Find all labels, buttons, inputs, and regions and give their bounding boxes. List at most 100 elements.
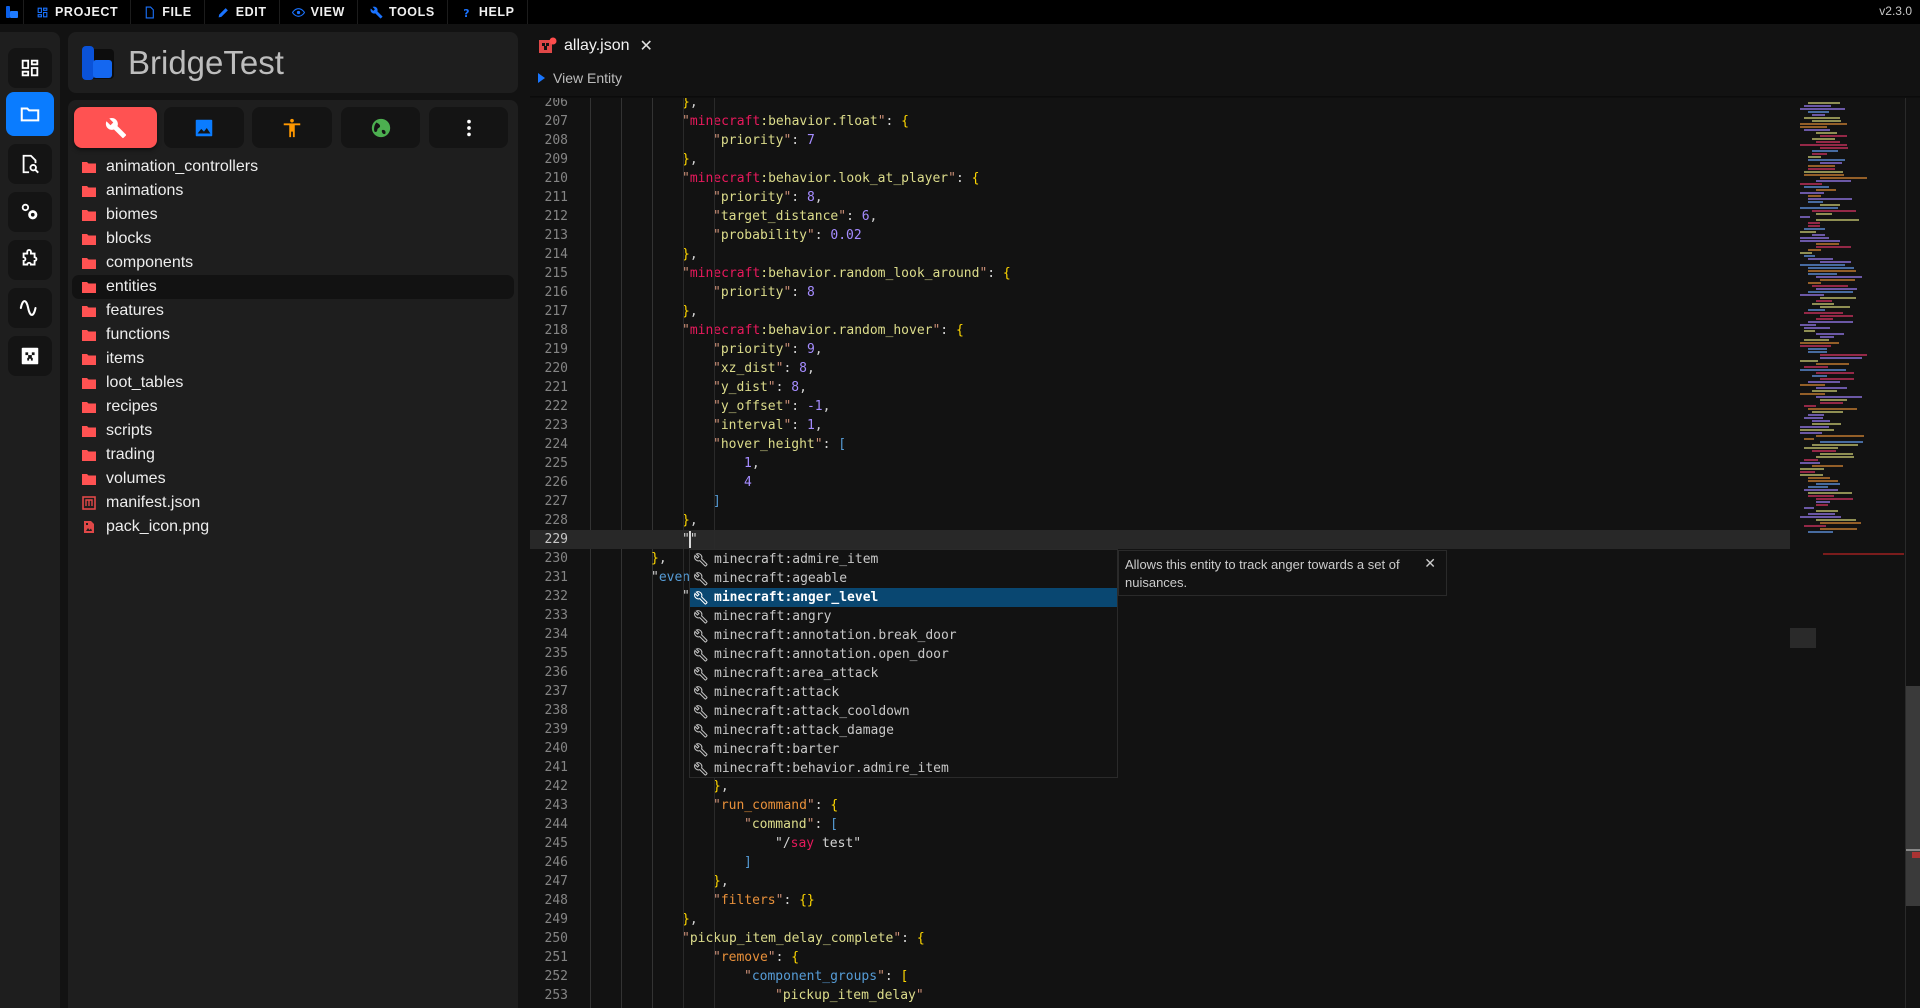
code-line[interactable]: 219 "priority": 9, <box>530 340 1790 359</box>
code-text: "pickup_item_delay" <box>775 986 924 1005</box>
code-line[interactable]: 247}, <box>530 872 1790 891</box>
folder-item[interactable]: trading <box>72 443 514 467</box>
code-line[interactable]: 209}, <box>530 150 1790 169</box>
folder-item[interactable]: items <box>72 347 514 371</box>
code-line[interactable]: 243 "run_command": { <box>530 796 1790 815</box>
code-line[interactable]: 206}, <box>530 98 1790 112</box>
code-line[interactable]: 218 "minecraft:behavior.random_hover": { <box>530 321 1790 340</box>
code-line[interactable]: 229"" <box>530 530 1790 549</box>
code-line[interactable]: 224 "hover_height": [ <box>530 435 1790 454</box>
autocomplete-item[interactable]: minecraft:barter <box>690 740 1117 759</box>
code-line[interactable]: 251 "remove": { <box>530 948 1790 967</box>
code-line[interactable]: 252 "component_groups": [ <box>530 967 1790 986</box>
folder-item[interactable]: volumes <box>72 467 514 491</box>
code-line[interactable]: 253 "pickup_item_delay" <box>530 986 1790 1005</box>
code-line[interactable]: 225 1, <box>530 454 1790 473</box>
code-line[interactable]: 249}, <box>530 910 1790 929</box>
code-line[interactable]: 222 "y_offset": -1, <box>530 397 1790 416</box>
code-line[interactable]: 223 "interval": 1, <box>530 416 1790 435</box>
autocomplete-item[interactable]: minecraft:ageable <box>690 569 1117 588</box>
minimap[interactable] <box>1790 98 1904 1008</box>
skin-pack-button[interactable] <box>252 107 332 148</box>
code-line[interactable]: 211 "priority": 8, <box>530 188 1790 207</box>
autocomplete-item[interactable]: minecraft:angry <box>690 607 1117 626</box>
autocomplete-item[interactable]: minecraft:attack_damage <box>690 721 1117 740</box>
code-line[interactable]: 227] <box>530 492 1790 511</box>
minimap-line <box>1804 129 1830 131</box>
code-line[interactable]: 213 "probability": 0.02 <box>530 226 1790 245</box>
world-button[interactable] <box>341 107 420 148</box>
folder-item[interactable]: features <box>72 299 514 323</box>
file-item[interactable]: pack_icon.png <box>72 515 514 539</box>
menu-file[interactable]: FILE <box>131 0 205 24</box>
code-line[interactable]: 245 "/say test" <box>530 834 1790 853</box>
menu-label: FILE <box>162 5 192 19</box>
behavior-pack-button[interactable] <box>74 107 157 148</box>
menu-project[interactable]: PROJECT <box>24 0 132 24</box>
code-line[interactable]: 228}, <box>530 511 1790 530</box>
code-line[interactable]: 208 "priority": 7 <box>530 131 1790 150</box>
file-item[interactable]: manifest.json <box>72 491 514 515</box>
bridge-logo-icon[interactable] <box>0 0 24 24</box>
code-line[interactable]: 214}, <box>530 245 1790 264</box>
tab-allay-json[interactable]: allay.json ✕ <box>538 32 653 60</box>
view-entity-toggle[interactable]: View Entity <box>538 70 622 86</box>
rail-dashboard-button[interactable] <box>8 48 52 88</box>
code-line[interactable]: 226 4 <box>530 473 1790 492</box>
folder-item[interactable]: animation_controllers <box>72 155 514 179</box>
scrollbar-thumb[interactable] <box>1906 686 1920 906</box>
tab-close-icon[interactable]: ✕ <box>640 36 653 56</box>
code-line[interactable]: 248 "filters": {} <box>530 891 1790 910</box>
code-text: 4 <box>744 473 752 492</box>
code-line[interactable]: 221 "y_dist": 8, <box>530 378 1790 397</box>
resource-pack-button[interactable] <box>164 107 244 148</box>
code-line[interactable]: 220 "xz_dist": 8, <box>530 359 1790 378</box>
autocomplete-list[interactable]: minecraft:admire_item minecraft:ageable mi… <box>689 549 1118 778</box>
autocomplete-item[interactable]: minecraft:annotation.open_door <box>690 645 1117 664</box>
autocomplete-item[interactable]: minecraft:anger_level <box>690 588 1117 607</box>
code-line[interactable]: 215 "minecraft:behavior.random_look_aroun… <box>530 264 1790 283</box>
menu-edit[interactable]: EDIT <box>205 0 280 24</box>
code-token: interval <box>720 418 784 433</box>
rail-file-search-button[interactable] <box>8 144 52 184</box>
vertical-scrollbar[interactable] <box>1905 98 1920 1008</box>
autocomplete-item[interactable]: minecraft:attack <box>690 683 1117 702</box>
project-header[interactable]: BridgeTest <box>68 32 518 93</box>
autocomplete-item[interactable]: minecraft:annotation.break_door <box>690 626 1117 645</box>
code-text: "xz_dist": 8, <box>713 359 815 378</box>
folder-item[interactable]: animations <box>72 179 514 203</box>
more-button[interactable] <box>429 107 508 148</box>
rail-animations-button[interactable] <box>8 288 52 328</box>
folder-item[interactable]: scripts <box>72 419 514 443</box>
folder-item[interactable]: components <box>72 251 514 275</box>
autocomplete-item[interactable]: minecraft:area_attack <box>690 664 1117 683</box>
code-line[interactable]: 246] <box>530 853 1790 872</box>
folder-item[interactable]: biomes <box>72 203 514 227</box>
menu-help[interactable]: ? HELP <box>448 0 528 24</box>
menu-view[interactable]: VIEW <box>280 0 358 24</box>
autocomplete-item[interactable]: minecraft:behavior.admire_item <box>690 759 1117 778</box>
detail-close-icon[interactable]: ✕ <box>1424 554 1436 572</box>
folder-item[interactable]: functions <box>72 323 514 347</box>
folder-item[interactable]: loot_tables <box>72 371 514 395</box>
minimap-slider[interactable] <box>1790 628 1816 648</box>
menu-tools[interactable]: TOOLS <box>358 0 448 24</box>
code-line[interactable]: 210 "minecraft:behavior.look_at_player": … <box>530 169 1790 188</box>
rail-extensions-button[interactable] <box>8 240 52 280</box>
code-line[interactable]: 216 "priority": 8 <box>530 283 1790 302</box>
autocomplete-item[interactable]: minecraft:attack_cooldown <box>690 702 1117 721</box>
code-line[interactable]: 244 "command": [ <box>530 815 1790 834</box>
autocomplete-item[interactable]: minecraft:admire_item <box>690 550 1117 569</box>
autocomplete-label: minecraft:ageable <box>714 571 848 586</box>
rail-minecraft-button[interactable] <box>8 336 52 376</box>
rail-settings-button[interactable] <box>8 192 52 232</box>
folder-item[interactable]: blocks <box>72 227 514 251</box>
code-line[interactable]: 217}, <box>530 302 1790 321</box>
rail-explorer-button[interactable] <box>6 92 54 136</box>
folder-item[interactable]: recipes <box>72 395 514 419</box>
folder-item[interactable]: entities <box>72 275 514 299</box>
code-line[interactable]: 207 "minecraft:behavior.float": { <box>530 112 1790 131</box>
code-line[interactable]: 250 "pickup_item_delay_complete": { <box>530 929 1790 948</box>
code-line[interactable]: 212 "target_distance": 6, <box>530 207 1790 226</box>
code-line[interactable]: 242}, <box>530 777 1790 796</box>
